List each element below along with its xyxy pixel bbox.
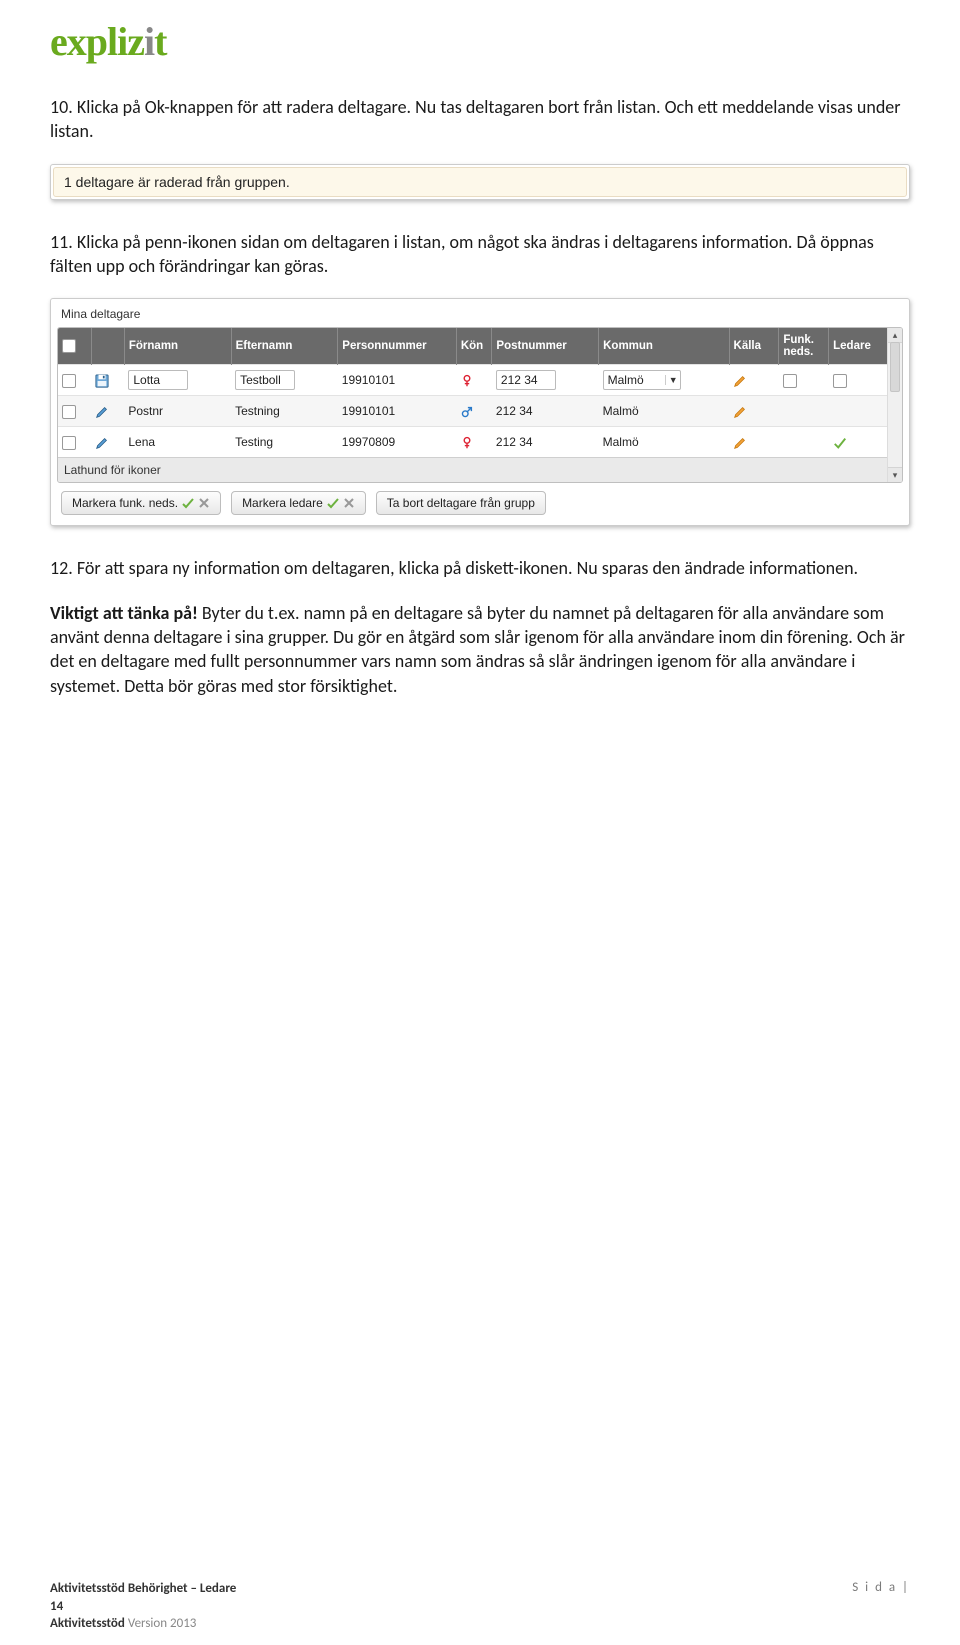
header-postnummer[interactable]: Postnummer [492,328,599,365]
scroll-up-icon[interactable]: ▴ [888,328,902,343]
header-kon[interactable]: Kön [456,328,492,365]
footer-sida-label: S i d a | [852,1580,910,1633]
page-footer: Aktivitetsstöd Behörighet – Ledare 14 Ak… [0,1580,960,1633]
scroll-down-icon[interactable]: ▾ [888,467,902,482]
cell-kommun: Malmö [599,396,729,427]
check-icon [182,497,194,509]
cell-post: 212 34 [492,427,599,458]
participants-table: Förnamn Efternamn Personnummer Kön Postn… [58,328,888,457]
cell-fornamn: Lena [124,427,231,458]
fornamn-input[interactable]: Lotta [128,370,188,390]
table-row: Lotta Testboll 19910101 212 34 Malmö▼ [58,365,888,396]
x-icon [198,497,210,509]
efternamn-input[interactable]: Testboll [235,370,295,390]
header-personnummer[interactable]: Personnummer [338,328,457,365]
check-icon [833,436,847,450]
logo: explizit [50,18,910,65]
participants-grid-screenshot: Mina deltagare ▴ ▾ Förnamn E [50,298,910,526]
footer-page-number: 14 [50,1599,63,1614]
pencil-icon[interactable] [733,436,747,450]
header-funk[interactable]: Funk. neds. [779,328,829,365]
row-checkbox[interactable] [62,374,76,388]
header-efternamn[interactable]: Efternamn [231,328,338,365]
paragraph-11: 11. Klicka på penn-ikonen sidan om delta… [50,230,910,279]
funk-checkbox[interactable] [783,374,797,388]
cell-efternamn: Testning [231,396,338,427]
female-icon [460,436,474,450]
table-header-row: Förnamn Efternamn Personnummer Kön Postn… [58,328,888,365]
pencil-icon[interactable] [733,374,747,388]
header-kalla[interactable]: Källa [729,328,779,365]
cell-post: 212 34 [492,396,599,427]
save-diskette-icon[interactable] [95,374,109,388]
cell-efternamn: Testing [231,427,338,458]
chevron-down-icon: ▼ [665,375,678,385]
grid: ▴ ▾ Förnamn Efternamn Personnummer [57,327,903,483]
pencil-icon[interactable] [95,436,109,450]
grid-title: Mina deltagare [61,307,903,321]
mark-ledare-button[interactable]: Markera ledare [231,491,366,515]
footer-line2a: Aktivitetsstöd [50,1616,128,1631]
cell-kommun: Malmö [599,427,729,458]
cell-pnr: 19970809 [338,427,457,458]
paragraph-important: Viktigt att tänka på! Byter du t.ex. nam… [50,601,910,698]
remove-from-group-button[interactable]: Ta bort deltagare från grupp [376,491,546,515]
header-kommun[interactable]: Kommun [599,328,729,365]
table-row: Lena Testing 19970809 212 34 Malmö [58,427,888,458]
cell-pnr: 19910101 [338,396,457,427]
male-icon [460,405,474,419]
row-checkbox[interactable] [62,436,76,450]
check-icon [327,497,339,509]
important-label: Viktigt att tänka på! [50,602,198,624]
footer-title: Aktivitetsstöd Behörighet – Ledare [50,1581,236,1596]
scroll-thumb[interactable] [890,342,900,392]
paragraph-10: 10. Klicka på Ok-knappen för att radera … [50,95,910,144]
x-icon [343,497,355,509]
header-fornamn[interactable]: Förnamn [124,328,231,365]
female-icon [460,374,474,388]
grid-footer-label[interactable]: Lathund för ikoner [58,457,902,482]
ledare-checkbox[interactable] [833,374,847,388]
cell-fornamn: Postnr [124,396,231,427]
message-text: 1 deltagare är raderad från gruppen. [53,167,907,197]
header-checkbox[interactable] [58,328,91,365]
pencil-icon[interactable] [95,405,109,419]
mark-funk-button[interactable]: Markera funk. neds. [61,491,221,515]
table-row: Postnr Testning 19910101 212 34 Malmö [58,396,888,427]
cell-pnr: 19910101 [338,365,457,396]
scrollbar[interactable]: ▴ ▾ [887,328,902,482]
message-box: 1 deltagare är raderad från gruppen. [50,164,910,200]
postnr-input[interactable]: 212 34 [496,370,556,390]
row-checkbox[interactable] [62,405,76,419]
pencil-icon[interactable] [733,405,747,419]
footer-version: Version 2013 [128,1616,197,1631]
paragraph-12: 12. För att spara ny information om delt… [50,556,910,580]
header-ledare[interactable]: Ledare [829,328,888,365]
kommun-dropdown[interactable]: Malmö▼ [603,370,681,390]
